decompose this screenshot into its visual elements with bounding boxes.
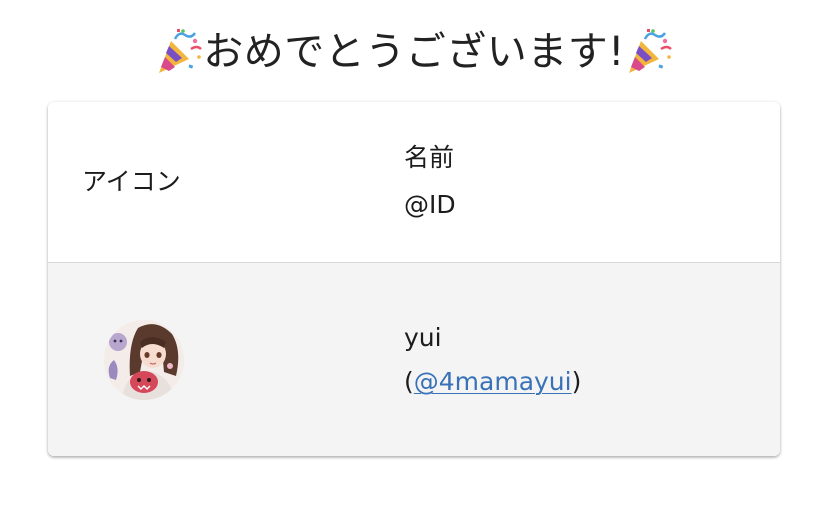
title-text: おめでとうございます! (203, 29, 625, 75)
party-popper-icon (625, 27, 673, 77)
header-name-label: 名前 (404, 143, 455, 172)
header-id-label: @ID (404, 190, 456, 219)
table-header: アイコン 名前 @ID (48, 102, 780, 263)
party-popper-icon (155, 27, 203, 77)
user-id-link[interactable]: @4mamayui (414, 367, 572, 396)
user-name: yui (404, 323, 442, 352)
page-title: おめでとうございます! (0, 22, 828, 82)
user-id-close-paren: ) (571, 367, 582, 396)
user-id-open-paren: ( (404, 367, 414, 396)
header-icon-label: アイコン (82, 167, 181, 196)
winners-table: アイコン 名前 @ID yui (@4mamayui) (48, 102, 780, 456)
table-row: yui (@4mamayui) (48, 263, 780, 456)
user-avatar (104, 320, 184, 400)
user-id: (@4mamayui) (404, 367, 581, 396)
congratulations-page: おめでとうございます! アイコン 名前 @ID yui (@4mamayui) (0, 0, 828, 517)
